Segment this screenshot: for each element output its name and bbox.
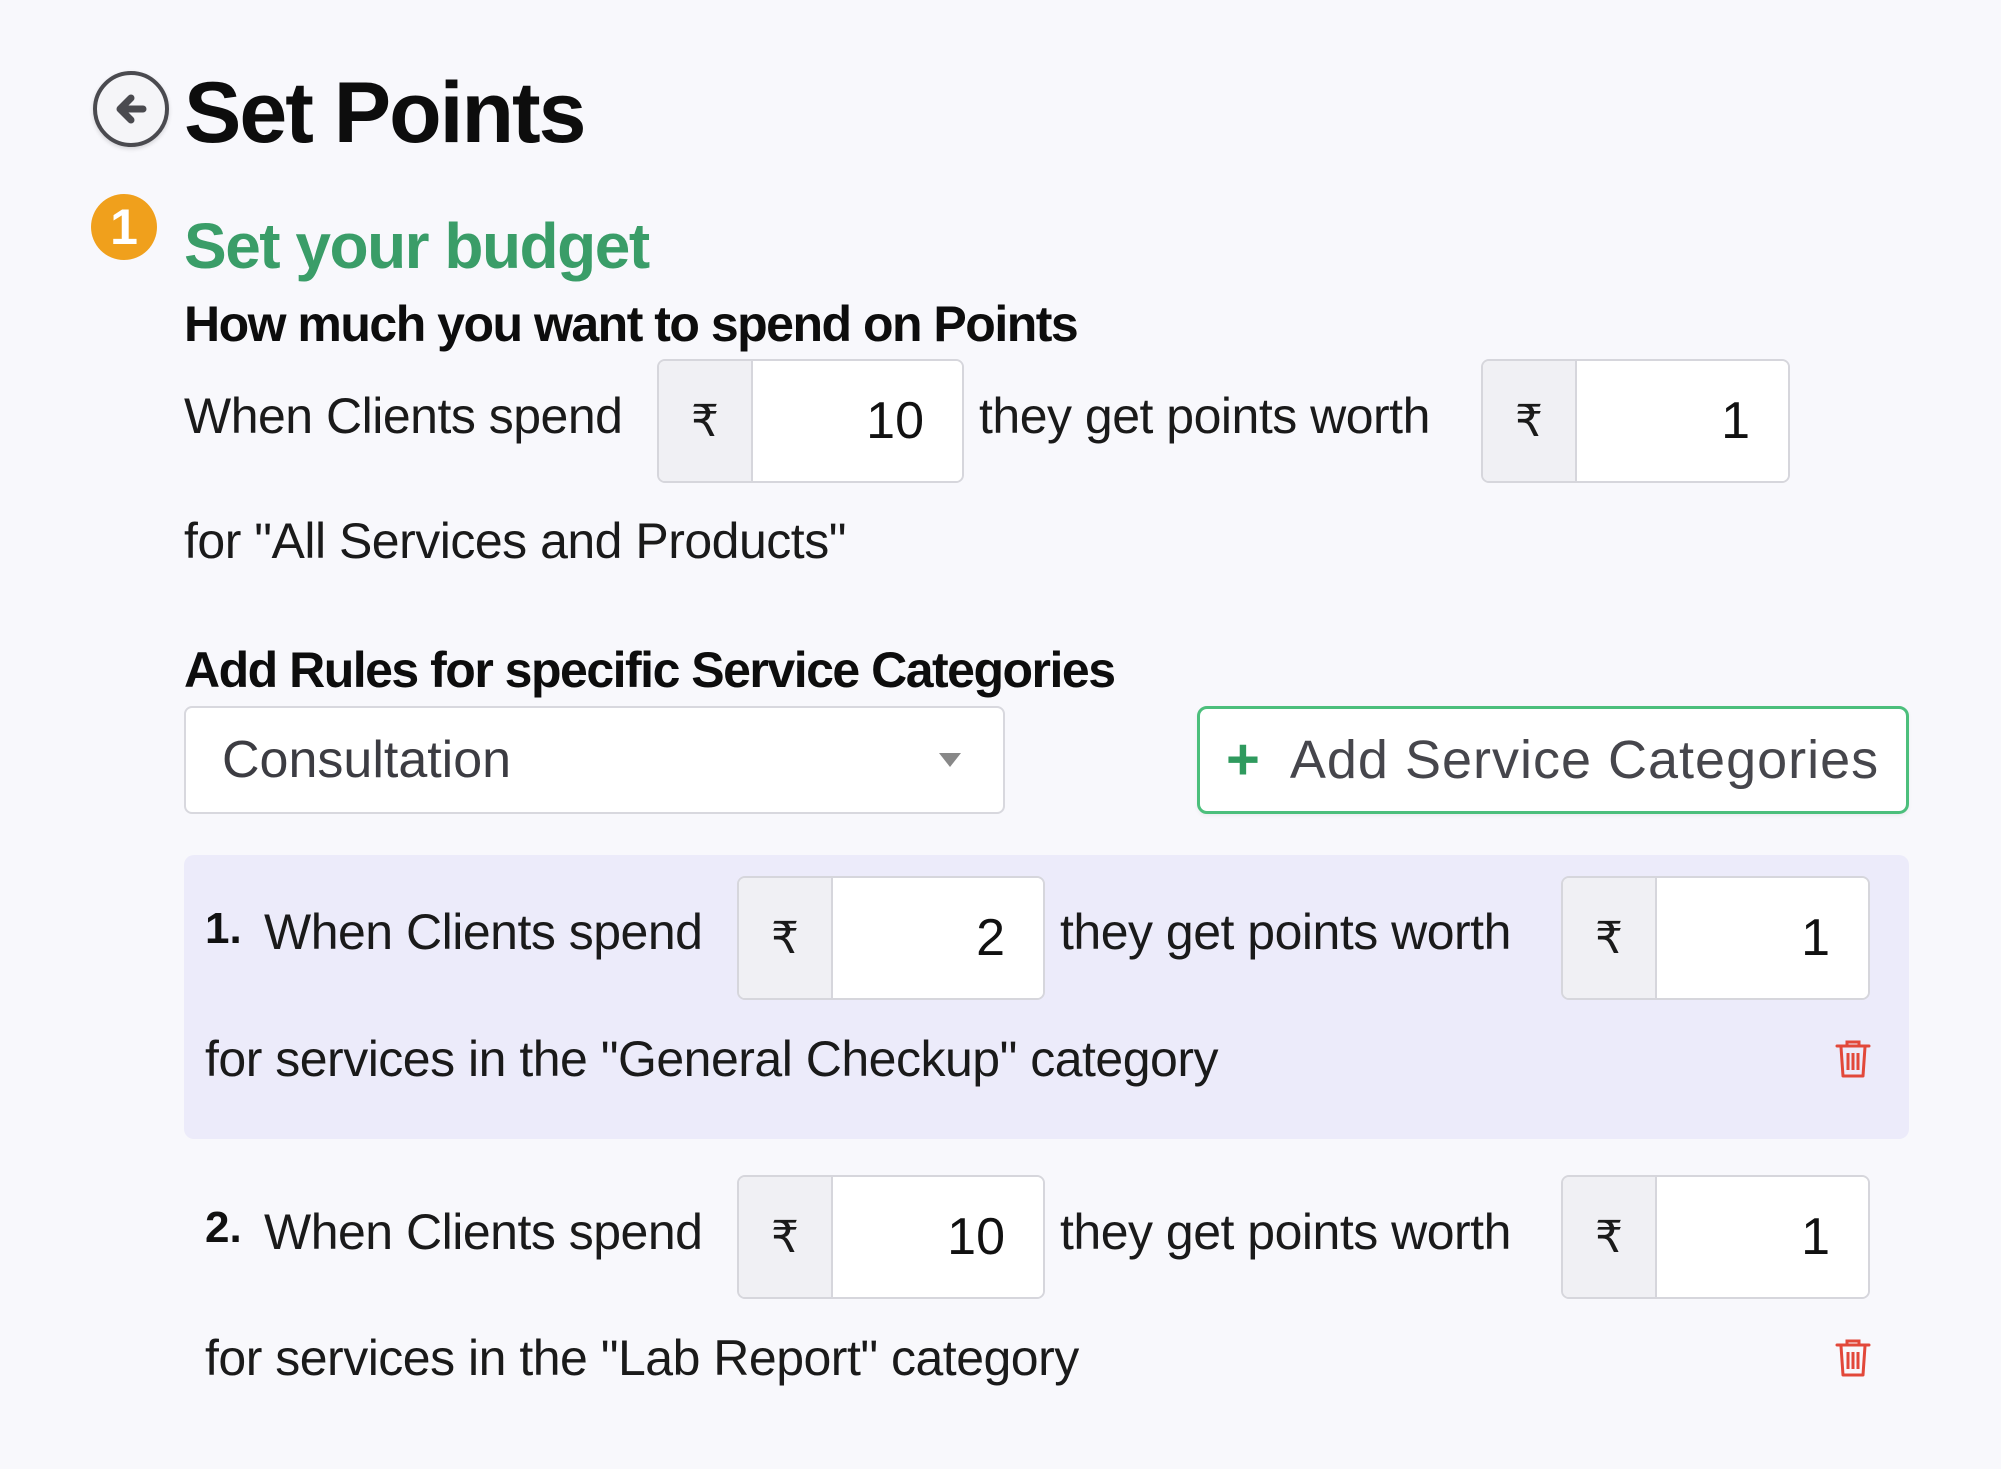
back-button[interactable] xyxy=(93,71,169,147)
base-worth-input[interactable] xyxy=(1577,361,1788,481)
budget-subheading: How much you want to spend on Points xyxy=(184,296,1079,352)
category-rules-heading: Add Rules for specific Service Categorie… xyxy=(184,642,1116,698)
service-category-select[interactable]: Consultation xyxy=(184,706,1005,814)
base-spend-input[interactable] xyxy=(753,361,962,481)
rule-spend-input-group: ₹ xyxy=(737,1175,1045,1299)
rule-worth-label: they get points worth xyxy=(1060,1204,1511,1260)
rupee-icon: ₹ xyxy=(739,878,833,998)
trash-icon xyxy=(1835,1040,1871,1078)
rupee-icon: ₹ xyxy=(739,1177,833,1297)
rule-spend-input-group: ₹ xyxy=(737,876,1045,1000)
rule-spend-input[interactable] xyxy=(833,1177,1043,1297)
step-number-badge: 1 xyxy=(91,194,157,260)
base-spend-input-group: ₹ xyxy=(657,359,964,483)
rule-worth-input[interactable] xyxy=(1657,878,1868,998)
rule-scope-text: for services in the "General Checkup" ca… xyxy=(205,1031,1219,1087)
rupee-icon: ₹ xyxy=(1483,361,1577,481)
base-scope-text: for "All Services and Products" xyxy=(184,513,846,569)
arrow-left-icon xyxy=(116,94,147,124)
rule-worth-input-group: ₹ xyxy=(1561,1175,1870,1299)
plus-icon: + xyxy=(1226,727,1260,792)
rule-spend-label: When Clients spend xyxy=(264,904,703,960)
rule-number: 2. xyxy=(205,1203,242,1252)
service-category-select-value: Consultation xyxy=(222,731,512,789)
rule-spend-label: When Clients spend xyxy=(264,1204,703,1260)
trash-icon xyxy=(1835,1339,1871,1377)
rule-worth-input[interactable] xyxy=(1657,1177,1868,1297)
add-service-categories-label: Add Service Categories xyxy=(1289,730,1880,790)
rule-worth-input-group: ₹ xyxy=(1561,876,1870,1000)
rupee-icon: ₹ xyxy=(659,361,753,481)
rule-spend-input[interactable] xyxy=(833,878,1043,998)
delete-rule-button[interactable] xyxy=(1835,1039,1871,1084)
rupee-icon: ₹ xyxy=(1563,878,1657,998)
rule-worth-label: they get points worth xyxy=(1060,904,1511,960)
delete-rule-button[interactable] xyxy=(1835,1338,1871,1383)
base-spend-label: When Clients spend xyxy=(184,388,623,444)
page-title: Set Points xyxy=(184,65,587,161)
rupee-icon: ₹ xyxy=(1563,1177,1657,1297)
rule-scope-text: for services in the "Lab Report" categor… xyxy=(205,1330,1079,1386)
add-service-categories-button[interactable]: + Add Service Categories xyxy=(1197,706,1909,814)
step-title: Set your budget xyxy=(184,210,650,282)
rule-number: 1. xyxy=(205,904,242,953)
base-worth-input-group: ₹ xyxy=(1481,359,1790,483)
chevron-down-icon xyxy=(939,753,961,767)
base-worth-label: they get points worth xyxy=(979,388,1430,444)
